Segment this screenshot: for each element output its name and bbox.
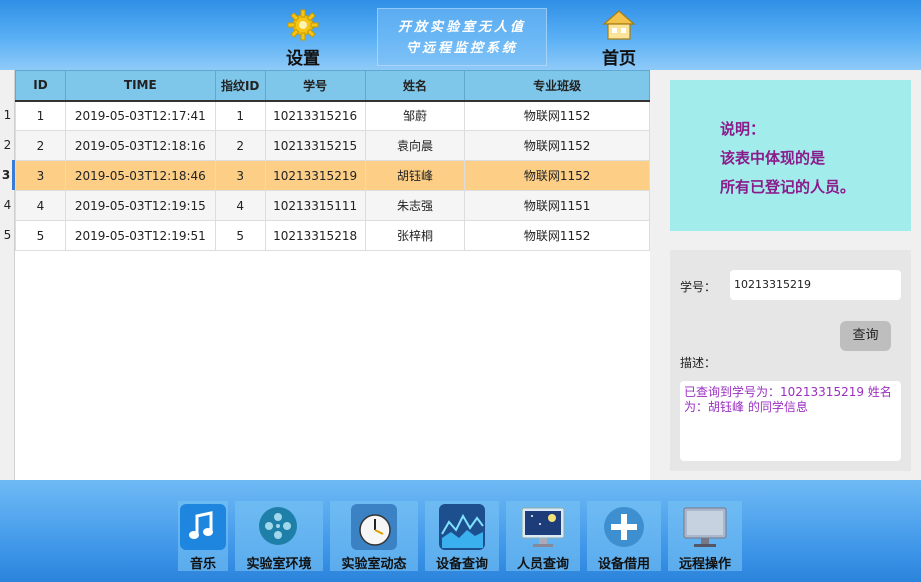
person-table: ID TIME 指纹ID 学号 姓名 专业班级 1 2019-05-03T12:…	[15, 70, 650, 251]
cell-student-id[interactable]: 10213315215	[264, 130, 366, 161]
monitor-night-icon	[520, 504, 566, 550]
cell-class[interactable]: 物联网1152	[464, 220, 650, 251]
system-title: 开放实验室无人值 守远程监控系统	[377, 8, 547, 66]
row-number[interactable]: 3	[0, 160, 15, 190]
lab-dynamics-button[interactable]: 实验室动态	[330, 501, 418, 572]
column-header-class[interactable]: 专业班级	[464, 70, 650, 102]
cell-fingerprint-id[interactable]: 2	[214, 130, 266, 161]
bottom-navigation-bar: 音乐 实验室环境 实验室动态 设备查询 人员查询 设备借用 远程操作	[0, 480, 921, 582]
settings-button[interactable]: 设置	[268, 8, 338, 69]
cell-student-id[interactable]: 10213315216	[264, 100, 366, 131]
music-icon	[180, 504, 226, 550]
music-label: 音乐	[189, 557, 216, 572]
description-label: 描述：	[680, 356, 717, 370]
home-button[interactable]: 首页	[584, 8, 654, 69]
chart-icon	[439, 504, 485, 550]
column-header-name[interactable]: 姓名	[364, 70, 466, 102]
cell-class[interactable]: 物联网1152	[464, 160, 650, 191]
student-id-input[interactable]: 10213315219	[730, 270, 901, 300]
title-line-1: 开放实验室无人值	[397, 20, 526, 35]
student-id-label: 学号：	[680, 280, 717, 294]
info-line-1: 说明：	[720, 120, 766, 138]
cell-name[interactable]: 袁向晨	[364, 130, 466, 161]
row-number[interactable]: 1	[0, 100, 15, 130]
table-row[interactable]: 2 2019-05-03T12:18:16 2 10213315215 袁向晨 …	[15, 130, 650, 161]
device-borrow-label: 设备借用	[597, 557, 650, 572]
info-line-2: 该表中体现的是	[720, 149, 826, 167]
table-row-selected[interactable]: 3 2019-05-03T12:18:46 3 10213315219 胡钰峰 …	[15, 160, 650, 191]
cell-id[interactable]: 4	[15, 190, 66, 221]
cell-fingerprint-id[interactable]: 5	[214, 220, 266, 251]
lab-environment-label: 实验室环境	[246, 557, 312, 572]
info-line-3: 所有已登记的人员。	[720, 178, 856, 196]
cell-time[interactable]: 2019-05-03T12:18:46	[64, 160, 216, 191]
film-reel-icon	[256, 504, 302, 550]
cell-id[interactable]: 2	[15, 130, 66, 161]
column-header-time[interactable]: TIME	[64, 70, 216, 102]
table-header-row: ID TIME 指纹ID 学号 姓名 专业班级	[15, 70, 650, 102]
title-line-2: 守远程监控系统	[405, 41, 518, 56]
description-textbox[interactable]: 已查询到学号为：10213315219 姓名为：胡钰峰 的同学信息	[680, 381, 901, 461]
person-table-area: 1 2 3 4 5 ID TIME 指纹ID 学号 姓名 专业班级 1 2019…	[0, 70, 650, 480]
gear-icon	[287, 9, 319, 41]
remote-operation-button[interactable]: 远程操作	[668, 501, 742, 572]
person-query-label: 人员查询	[516, 557, 569, 572]
cell-name[interactable]: 胡钰峰	[364, 160, 466, 191]
top-toolbar: 设置 开放实验室无人值 守远程监控系统 首页	[0, 0, 921, 70]
table-row[interactable]: 4 2019-05-03T12:19:15 4 10213315111 朱志强 …	[15, 190, 650, 221]
cell-time[interactable]: 2019-05-03T12:18:16	[64, 130, 216, 161]
table-row[interactable]: 1 2019-05-03T12:17:41 1 10213315216 邹蔚 物…	[15, 100, 650, 131]
home-label: 首页	[602, 49, 636, 69]
cell-name[interactable]: 朱志强	[364, 190, 466, 221]
info-panel: 说明： 该表中体现的是 所有已登记的人员。	[670, 80, 911, 231]
device-query-button[interactable]: 设备查询	[425, 501, 499, 572]
cell-fingerprint-id[interactable]: 1	[214, 100, 266, 131]
settings-label: 设置	[286, 49, 320, 69]
cell-time[interactable]: 2019-05-03T12:17:41	[64, 100, 216, 131]
cell-student-id[interactable]: 10213315111	[264, 190, 366, 221]
home-icon	[602, 10, 636, 40]
cell-id[interactable]: 1	[15, 100, 66, 131]
cell-id[interactable]: 5	[15, 220, 66, 251]
lab-dynamics-label: 实验室动态	[341, 557, 407, 572]
lab-environment-button[interactable]: 实验室环境	[235, 501, 323, 572]
cell-class[interactable]: 物联网1152	[464, 130, 650, 161]
cell-name[interactable]: 邹蔚	[364, 100, 466, 131]
column-header-fingerprint-id[interactable]: 指纹ID	[214, 70, 266, 102]
row-header-column: 1 2 3 4 5	[0, 70, 15, 480]
row-number[interactable]: 2	[0, 130, 15, 160]
column-header-student-id[interactable]: 学号	[264, 70, 366, 102]
column-header-id[interactable]: ID	[15, 70, 66, 102]
cell-name[interactable]: 张梓桐	[364, 220, 466, 251]
clock-icon	[351, 504, 397, 550]
device-query-label: 设备查询	[435, 557, 488, 572]
table-row[interactable]: 5 2019-05-03T12:19:51 5 10213315218 张梓桐 …	[15, 220, 650, 251]
cell-fingerprint-id[interactable]: 4	[214, 190, 266, 221]
cell-class[interactable]: 物联网1151	[464, 190, 650, 221]
cell-time[interactable]: 2019-05-03T12:19:51	[64, 220, 216, 251]
cell-fingerprint-id[interactable]: 3	[214, 160, 266, 191]
cell-student-id[interactable]: 10213315218	[264, 220, 366, 251]
cell-id[interactable]: 3	[15, 160, 66, 191]
cell-class[interactable]: 物联网1152	[464, 100, 650, 131]
search-panel: 学号： 10213315219 查询 描述： 已查询到学号为：102133152…	[670, 250, 911, 471]
music-button[interactable]: 音乐	[178, 501, 228, 572]
remote-operation-label: 远程操作	[678, 557, 731, 572]
cell-time[interactable]: 2019-05-03T12:19:15	[64, 190, 216, 221]
query-button[interactable]: 查询	[840, 321, 891, 351]
screen-icon	[682, 504, 728, 550]
cell-student-id[interactable]: 10213315219	[264, 160, 366, 191]
row-number[interactable]: 4	[0, 190, 15, 220]
device-borrow-button[interactable]: 设备借用	[587, 501, 661, 572]
row-number[interactable]: 5	[0, 220, 15, 250]
person-query-button[interactable]: 人员查询	[506, 501, 580, 572]
plus-icon	[601, 504, 647, 550]
